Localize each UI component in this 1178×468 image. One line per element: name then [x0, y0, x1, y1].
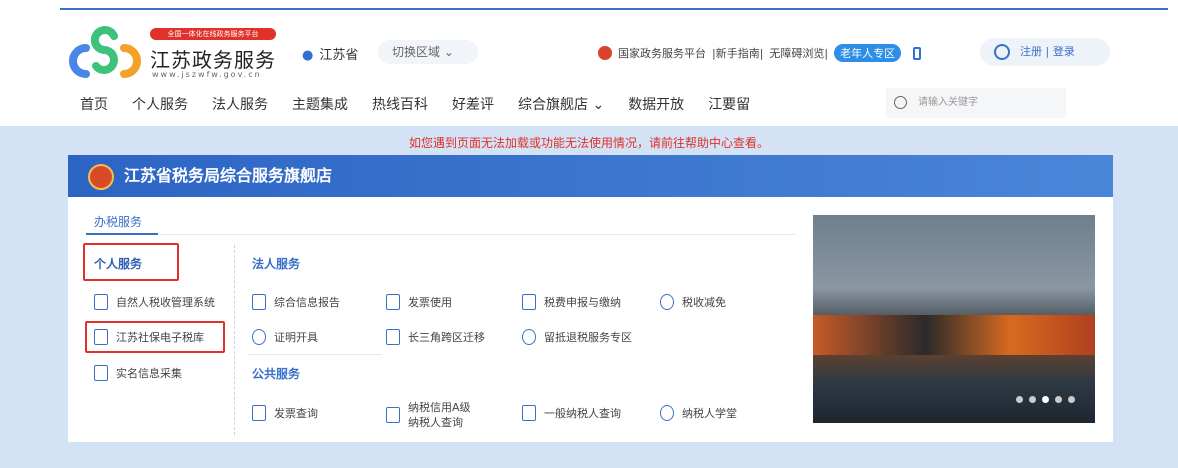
region-switch-dropdown[interactable]: 切换区域 ⌄	[378, 40, 478, 64]
carousel-dot[interactable]	[1055, 396, 1062, 403]
search-icon[interactable]	[894, 96, 907, 109]
id-card-icon	[94, 365, 108, 381]
tab-tax-services[interactable]: 办税服务	[94, 213, 142, 230]
list-item[interactable]: 纳税人学堂	[660, 405, 737, 421]
nav-themes[interactable]: 主题集成	[292, 94, 348, 114]
top-border	[60, 8, 1168, 10]
tab-divider	[86, 234, 796, 235]
report-icon	[252, 294, 266, 310]
main-nav: 首页 个人服务 法人服务 主题集成 热线百科 好差评 综合旗舰店 ⌄ 数据开放 …	[80, 94, 774, 114]
nav-personal[interactable]: 个人服务	[132, 94, 188, 114]
carousel-dot[interactable]	[1068, 396, 1075, 403]
location-label: 江苏省	[319, 48, 359, 63]
nav-open-data[interactable]: 数据开放	[628, 94, 684, 114]
brand-title: 江苏政务服务	[150, 48, 276, 72]
tax-relief-icon	[660, 294, 674, 310]
globe-icon	[252, 329, 266, 345]
item-label: 自然人税收管理系统	[116, 296, 215, 309]
tax-filing-icon	[522, 294, 536, 310]
flagship-card: 江苏省税务局综合服务旗舰店 办税服务 个人服务 自然人税收管理系统 江苏社保电子…	[68, 155, 1113, 442]
brand-url: www.jszwfw.gov.cn	[152, 70, 262, 79]
list-item[interactable]: 自然人税收管理系统	[94, 294, 215, 310]
register-link[interactable]: 注册	[1020, 45, 1042, 58]
carousel-dots	[1016, 396, 1075, 403]
item-label: 纳税人学堂	[682, 407, 737, 420]
list-item[interactable]: 一般纳税人查询	[522, 405, 621, 421]
carousel-dot[interactable]	[1042, 396, 1049, 403]
card-banner: 江苏省税务局综合服务旗舰店	[68, 155, 1113, 197]
item-label: 发票使用	[408, 296, 452, 309]
link-accessibility[interactable]: 无障碍浏览|	[769, 45, 828, 61]
location-pin-icon: ●	[302, 48, 314, 63]
link-guide[interactable]: |新手指南|	[712, 45, 763, 61]
item-label: 江苏社保电子税库	[116, 331, 204, 344]
card-title: 江苏省税务局综合服务旗舰店	[124, 166, 333, 185]
list-item[interactable]: 实名信息采集	[94, 365, 182, 381]
list-item[interactable]: 纳税信用A级纳税人查询	[386, 400, 496, 430]
list-item[interactable]: 税收减免	[660, 294, 726, 310]
column-divider	[234, 245, 235, 435]
site-logo[interactable]	[68, 26, 144, 82]
list-item[interactable]: 发票使用	[386, 294, 452, 310]
list-item[interactable]: 证明开具	[252, 329, 318, 345]
nav-home[interactable]: 首页	[80, 94, 108, 114]
invoice-search-icon	[252, 405, 266, 421]
tab-underline	[86, 233, 158, 235]
tax-emblem-icon	[88, 164, 114, 190]
item-label: 留抵退税服务专区	[544, 331, 632, 344]
photo-lights	[813, 315, 1095, 355]
nav-legal[interactable]: 法人服务	[212, 94, 268, 114]
building-icon	[386, 329, 400, 345]
user-icon	[994, 44, 1010, 60]
taxpayer-search-icon	[522, 405, 536, 421]
nav-flagship[interactable]: 综合旗舰店 ⌄	[518, 94, 604, 114]
tax-office-icon	[94, 329, 108, 345]
credit-search-icon	[386, 407, 400, 423]
national-emblem-icon	[598, 46, 612, 60]
list-item[interactable]: 留抵退税服务专区	[522, 329, 632, 345]
list-item[interactable]: 综合信息报告	[252, 294, 340, 310]
public-services-heading: 公共服务	[252, 367, 301, 381]
login-area: 注册 | 登录	[980, 38, 1110, 66]
carousel-image[interactable]	[813, 215, 1095, 423]
separator: |	[1042, 45, 1053, 58]
item-label: 税收减免	[682, 296, 726, 309]
top-links: 国家政务服务平台 |新手指南| 无障碍浏览| 老年人专区	[598, 44, 922, 62]
mobile-icon[interactable]	[913, 46, 922, 60]
list-item[interactable]: 长三角跨区迁移	[386, 329, 485, 345]
list-item[interactable]: 江苏社保电子税库	[94, 329, 204, 345]
item-label: 税费申报与缴纳	[544, 296, 621, 309]
search-input[interactable]: 请输入关键字	[886, 88, 1066, 118]
legal-services-heading: 法人服务	[252, 257, 301, 271]
item-label: 证明开具	[274, 331, 318, 344]
section-divider	[248, 354, 382, 355]
invoice-card-icon	[386, 294, 400, 310]
classroom-icon	[660, 405, 674, 421]
notice-text: 如您遇到页面无法加载或功能无法使用情况，请前往帮助中心查看。	[408, 136, 769, 150]
nav-rating[interactable]: 好差评	[452, 94, 494, 114]
item-label: 发票查询	[274, 407, 318, 420]
nav-hotline[interactable]: 热线百科	[372, 94, 428, 114]
item-label: 一般纳税人查询	[544, 407, 621, 420]
current-location: ● 江苏省	[302, 44, 358, 63]
carousel-dot[interactable]	[1016, 396, 1023, 403]
system-icon	[94, 294, 108, 310]
refund-icon	[522, 329, 536, 345]
link-national-platform[interactable]: 国家政务服务平台	[618, 45, 706, 61]
item-label: 实名信息采集	[116, 367, 182, 380]
item-label: 纳税信用A级纳税人查询	[408, 401, 471, 429]
carousel-dot[interactable]	[1029, 396, 1036, 403]
list-item[interactable]: 税费申报与缴纳	[522, 294, 621, 310]
item-label: 综合信息报告	[274, 296, 340, 309]
login-link[interactable]: 登录	[1053, 45, 1075, 58]
list-item[interactable]: 发票查询	[252, 405, 318, 421]
platform-badge: 全国一体化在线政务服务平台	[150, 28, 276, 40]
elder-zone-button[interactable]: 老年人专区	[834, 44, 902, 62]
nav-feedback[interactable]: 江要留	[708, 94, 750, 114]
item-label: 长三角跨区迁移	[408, 331, 485, 344]
personal-services-heading: 个人服务	[94, 257, 143, 271]
